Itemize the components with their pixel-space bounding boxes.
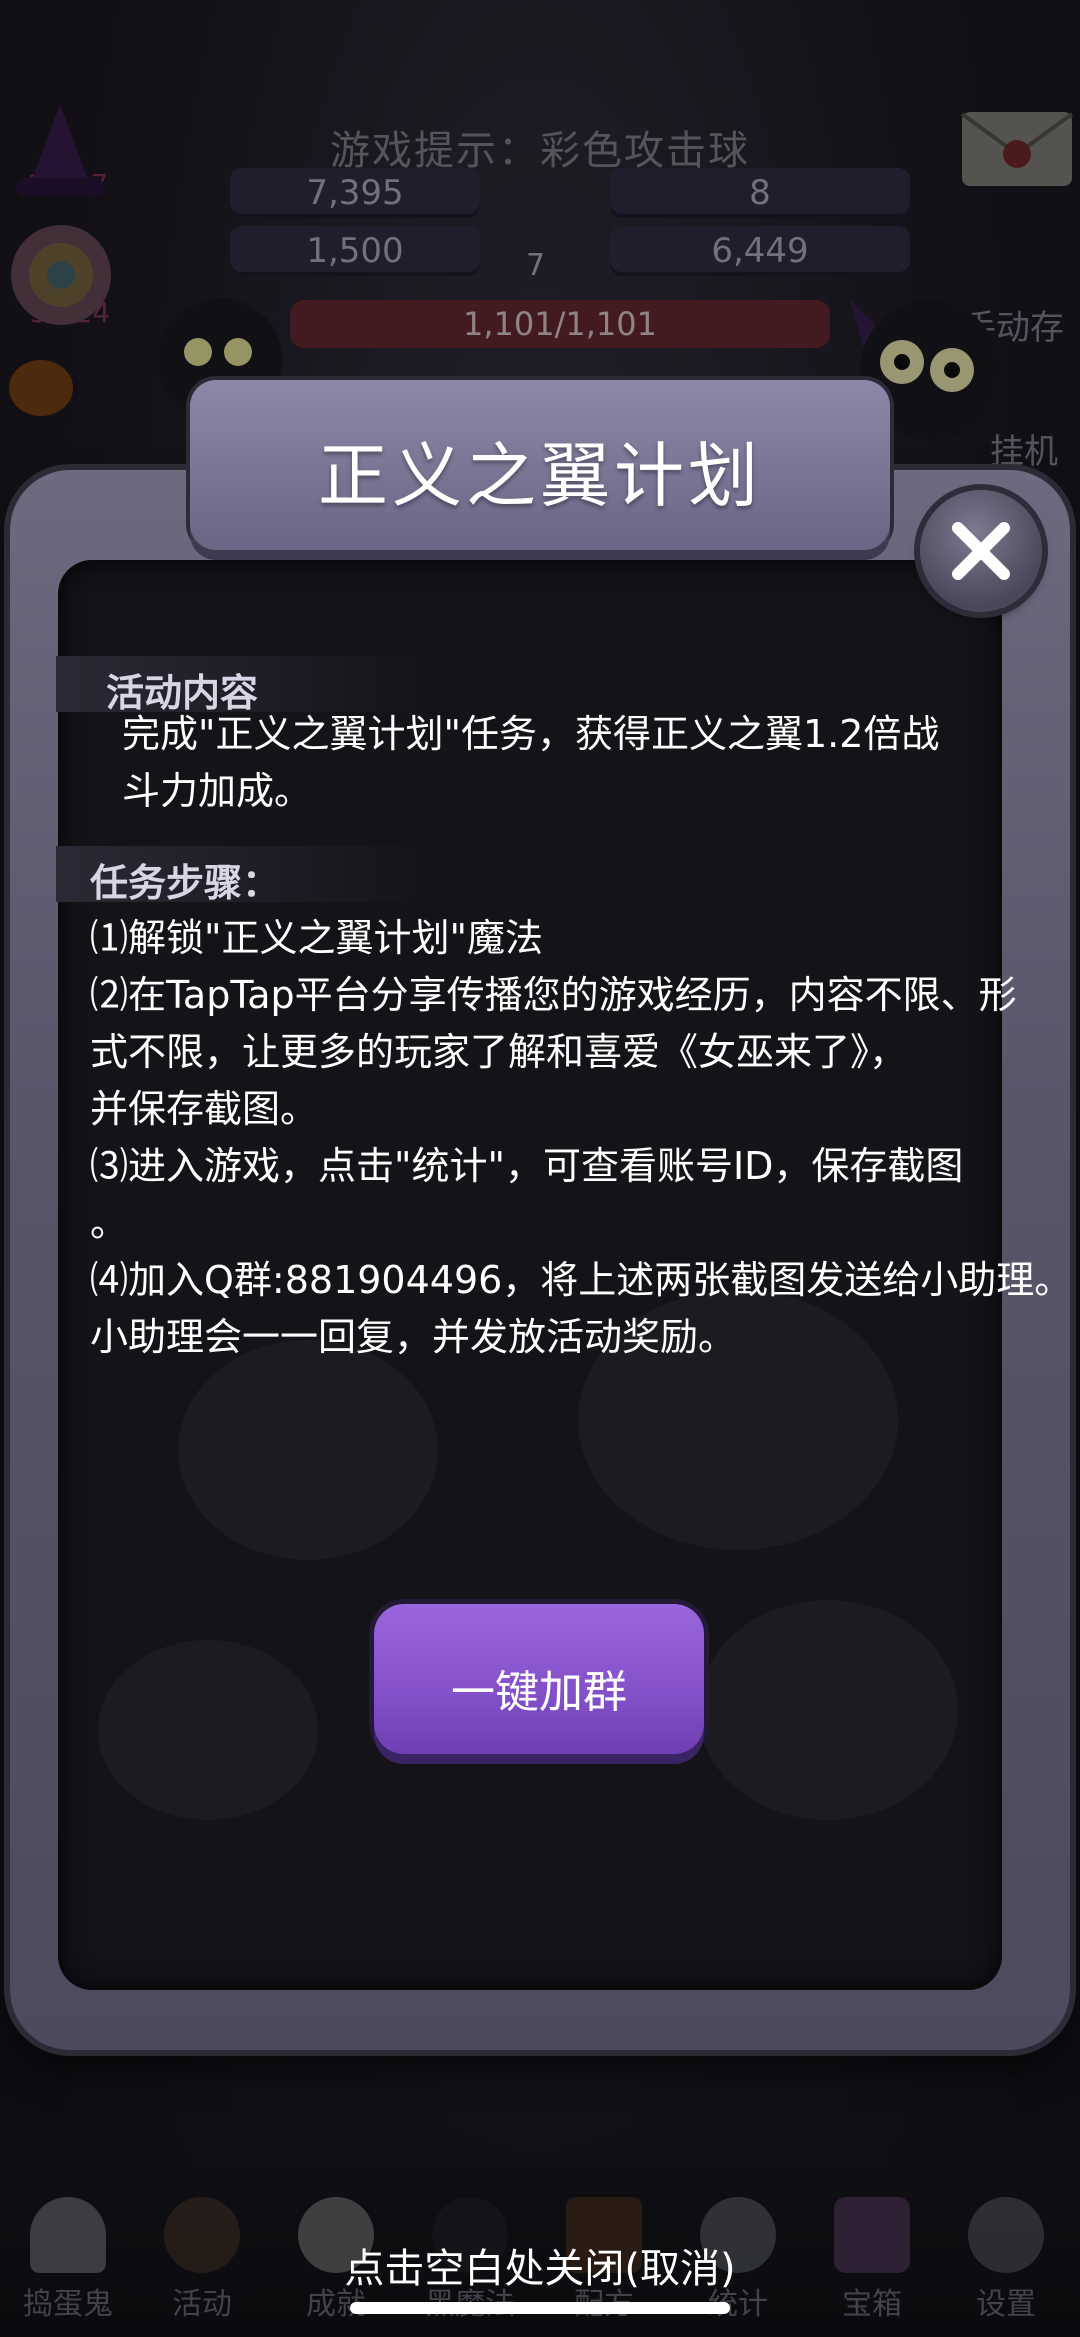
panel-texture xyxy=(98,1640,318,1820)
task-steps-label: 任务步骤： xyxy=(90,861,281,905)
home-indicator[interactable] xyxy=(350,2302,730,2314)
panel-texture xyxy=(698,1600,958,1820)
task-step-line: ⑵在TapTap平台分享传播您的游戏经历，内容不限、形 xyxy=(90,973,1017,1017)
task-step-line: 。 xyxy=(90,1201,129,1245)
task-step-line: 式不限，让更多的玩家了解和喜爱《女巫来了》， xyxy=(90,1030,908,1074)
task-step-line: 并保存截图。 xyxy=(90,1087,319,1131)
close-icon xyxy=(952,522,1010,580)
join-group-label[interactable]: 一键加群 xyxy=(374,1656,704,1720)
modal-title: 正义之翼计划 xyxy=(318,435,762,517)
task-step-line: 小助理会一一回复，并发放活动奖励。 xyxy=(90,1315,737,1359)
task-step-line: ⑶进入游戏，点击"统计"，可查看账号ID，保存截图 xyxy=(90,1144,964,1188)
close-button[interactable] xyxy=(920,490,1042,612)
activity-content-line: 完成"正义之翼计划"任务，获得正义之翼1.2倍战 xyxy=(122,712,940,756)
panel-texture xyxy=(178,1340,438,1560)
task-step-line: ⑷加入Q群:881904496，将上述两张截图发送给小助理。 xyxy=(90,1258,1073,1302)
task-step-line: ⑴解锁"正义之翼计划"魔法 xyxy=(90,916,543,960)
activity-content-line: 斗力加成。 xyxy=(122,769,313,813)
dismiss-hint[interactable]: 点击空白处关闭(取消) xyxy=(0,2236,1080,2294)
